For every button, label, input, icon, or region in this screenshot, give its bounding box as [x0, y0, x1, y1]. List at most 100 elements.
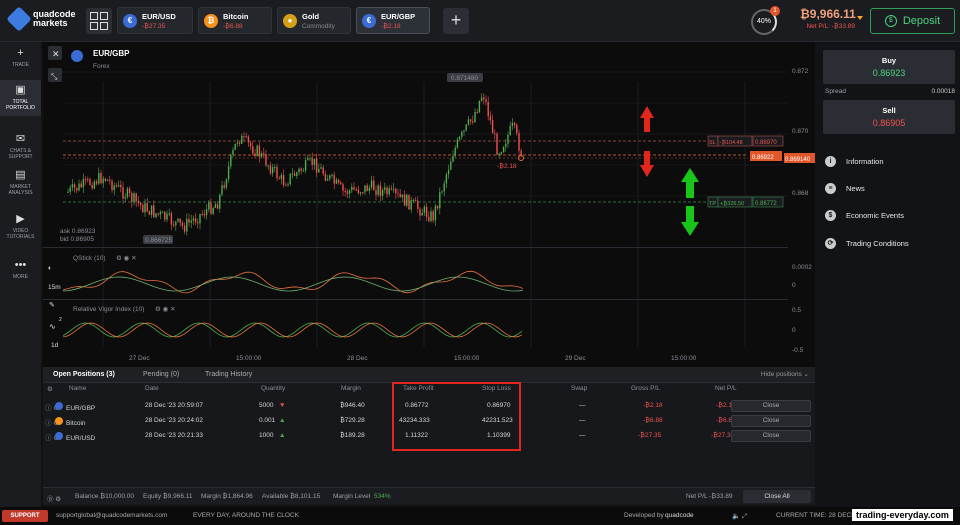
chart-symbol: EUR/GBP — [93, 49, 130, 58]
sidebar-item-video[interactable]: ▶ VIDEO TUTORIALS — [0, 214, 41, 241]
left-sidebar: + TRADE ▣ TOTAL PORTFOLIO ✉ CHATS & SUPPORT… — [0, 42, 41, 507]
price-tick: 0.868 — [792, 190, 809, 197]
chat-icon: ✉ — [15, 133, 26, 145]
col-quantity[interactable]: Quantity — [261, 385, 285, 392]
quadcode-logo[interactable]: quadcode — [665, 512, 694, 519]
buy-button[interactable]: Buy 0.86923 — [823, 50, 955, 84]
expand-icon: ⤡ — [51, 72, 58, 81]
sell-price: 0.86905 — [872, 118, 906, 128]
menu-label: Economic Events — [846, 210, 904, 220]
deposit-label: Deposit — [902, 15, 941, 27]
position-pnl: -₿2.18 — [497, 162, 517, 170]
notification-badge: 1 — [770, 6, 780, 16]
grid-icon[interactable] — [86, 8, 112, 34]
more-icon: ••• — [14, 259, 27, 271]
positions-tabs: Open Positions (3) Pending (0) Trading H… — [43, 367, 815, 383]
close-position-button[interactable]: Close — [731, 415, 811, 427]
row-date: 28 Dec '23 20:24:02 — [145, 417, 203, 424]
col-margin[interactable]: Margin — [341, 385, 361, 392]
indicator2-tick: 0.5 — [792, 307, 801, 314]
row-swap: — — [579, 432, 586, 439]
col-name[interactable]: Name — [69, 385, 86, 392]
balance-value: ₿9,966.11 — [800, 7, 856, 21]
indicator1-tick: 0 — [792, 282, 796, 289]
deposit-button[interactable]: $ Deposit — [870, 8, 955, 34]
volume-icon[interactable]: 🔈 ⤢ — [732, 512, 747, 521]
col-gross-pl[interactable]: Gross P/L — [631, 385, 660, 392]
row-qty: 0.001 — [259, 417, 276, 424]
sidebar-label: TRADE — [12, 62, 29, 68]
tab-pnl: -₿6.88 — [223, 22, 243, 30]
asset-tab-bitcoin[interactable]: ₿ Bitcoin -₿6.88 — [198, 7, 272, 34]
sidebar-label: MARKET ANALYSIS — [8, 184, 33, 196]
developed-by: Developed by — [624, 512, 664, 519]
add-tab-button[interactable]: + — [443, 8, 469, 34]
low-marker-label: 0.866725 — [145, 237, 172, 244]
time-tick: 27 Dec — [129, 355, 150, 362]
tagline: EVERY DAY, AROUND THE CLOCK — [193, 512, 299, 519]
settings-icon: ⚙ ◉ ✕ — [155, 305, 176, 313]
risk-gauge[interactable]: 40% 1 — [751, 6, 780, 35]
hide-positions-button[interactable]: Hide positions ⌄ — [761, 370, 809, 378]
sidebar-item-portfolio[interactable]: ▣ TOTAL PORTFOLIO — [0, 80, 41, 116]
menu-trading-conditions[interactable]: ⟳ Trading Conditions — [825, 233, 955, 253]
gold-icon: ● — [283, 13, 297, 28]
deposit-icon: $ — [884, 15, 897, 27]
settings-icon[interactable]: ⚙ — [47, 385, 53, 393]
sidebar-label: VIDEO TUTORIALS — [6, 228, 35, 240]
tp-sl-highlight-annotation — [392, 382, 521, 451]
row-gross-pl: -₿6.88 — [643, 417, 663, 424]
email-link[interactable]: supportglobal@quadcodemarkets.com — [56, 512, 167, 519]
close-icon: ✕ — [52, 49, 60, 59]
chart-category: Forex — [93, 63, 110, 70]
close-all-button[interactable]: Close All — [743, 490, 811, 503]
logo[interactable]: quadcode markets — [6, 6, 76, 32]
chart-canvas[interactable]: ✕ ⤡ EUR/GBP Forex 0.871480 0.866725 ask … — [43, 42, 815, 367]
sl-value: -₿104.48 — [720, 139, 743, 146]
sl-price: 0.86970 — [755, 140, 777, 146]
support-button[interactable]: SUPPORT — [2, 510, 48, 522]
menu-economic-events[interactable]: $ Economic Events — [825, 205, 955, 225]
menu-news[interactable]: ≡ News — [825, 178, 955, 198]
sidebar-item-trade[interactable]: + TRADE — [0, 46, 41, 78]
balance-display[interactable]: ₿9,966.11 Net P/L: -₿33.89 — [800, 7, 856, 30]
close-position-button[interactable]: Close — [731, 400, 811, 412]
tab-pending[interactable]: Pending (0) — [143, 371, 179, 378]
close-position-button[interactable]: Close — [731, 430, 811, 442]
chevron-down-icon[interactable] — [857, 16, 863, 20]
row-swap: — — [579, 417, 586, 424]
settings-icon[interactable]: ⓪ ⚙ — [47, 493, 61, 503]
menu-label: Trading Conditions — [846, 238, 909, 248]
tp-value: +₿326.50 — [720, 200, 744, 207]
spread-row: Spread 0.00018 — [825, 88, 955, 95]
menu-information[interactable]: i Information — [825, 151, 955, 171]
tab-category: Commodity — [302, 22, 335, 30]
tp-price: 0.86772 — [755, 201, 777, 207]
col-date[interactable]: Date — [145, 385, 159, 392]
tab-open-positions[interactable]: Open Positions (3) — [53, 371, 115, 378]
logo-mark — [6, 6, 32, 32]
sidebar-item-chat[interactable]: ✉ CHATS & SUPPORT — [0, 133, 41, 161]
current-time: CURRENT TIME: 28 DECE — [776, 512, 856, 519]
info-icon: i — [825, 155, 836, 167]
eurusd-flag-icon — [55, 432, 63, 440]
asset-tab-eurusd[interactable]: € EUR/USD -₿27.35 — [117, 7, 193, 34]
asset-tab-eurgbp[interactable]: € EUR/GBP -₿2.18 — [356, 7, 430, 34]
news-icon: ≡ — [825, 182, 836, 194]
panel-divider — [43, 247, 788, 248]
sell-button[interactable]: Sell 0.86905 — [823, 100, 955, 134]
sidebar-item-more[interactable]: ••• MORE — [0, 259, 41, 281]
period-label: 1d — [51, 342, 59, 349]
col-swap[interactable]: Swap — [571, 385, 587, 392]
row-qty: 1000 — [259, 432, 274, 439]
price-chart[interactable]: ✕ ⤡ EUR/GBP Forex 0.871480 0.866725 ask … — [43, 42, 815, 367]
rvi-series — [62, 322, 523, 338]
tab-pnl: -₿2.18 — [381, 22, 401, 30]
menu-label: News — [846, 183, 865, 193]
indicator2-name: Relative Vigor Index (10) — [73, 306, 144, 313]
sidebar-item-analysis[interactable]: ▤ MARKET ANALYSIS — [0, 170, 41, 197]
col-net-pl[interactable]: Net P/L — [715, 385, 737, 392]
asset-tab-gold[interactable]: ● Gold Commodity — [277, 7, 351, 34]
tab-trading-history[interactable]: Trading History — [205, 371, 252, 378]
bitcoin-icon: ₿ — [204, 13, 218, 28]
